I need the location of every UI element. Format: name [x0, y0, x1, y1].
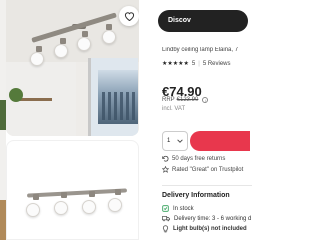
lamp-bulb	[102, 30, 116, 44]
lamp-bulb	[77, 37, 91, 51]
rrp-price: €123.90	[176, 97, 199, 103]
info-icon[interactable]: i	[202, 97, 209, 103]
product-info-panel: Discov Lindby ceiling lamp Elaina, 7 ★★★…	[150, 0, 252, 240]
wishlist-button[interactable]	[119, 6, 139, 26]
star-rating: ★★★★★	[162, 61, 189, 67]
divider	[162, 185, 252, 186]
truck-icon	[162, 216, 170, 222]
bulbs-note: Light bulb(s) not included	[162, 225, 247, 233]
quantity-select[interactable]: 1	[162, 131, 188, 151]
heart-icon	[124, 12, 134, 21]
product-title: Lindby ceiling lamp Elaina, 7	[162, 47, 239, 53]
perk-trustpilot: Rated "Great" on Trustpilot	[162, 166, 243, 173]
rating-value: 5	[191, 60, 196, 67]
lamp-bulb	[108, 198, 122, 212]
chevron-down-icon	[177, 139, 183, 143]
stock-status: In stock	[162, 205, 194, 212]
return-icon	[162, 155, 169, 162]
product-main-image[interactable]	[6, 0, 139, 136]
lamp-bulb	[26, 203, 40, 217]
reviews-link[interactable]: 5 Reviews	[203, 61, 231, 67]
rrp-row: RRP €123.90 i	[162, 97, 209, 103]
bulb-icon	[162, 225, 169, 233]
star-icon	[162, 166, 169, 173]
product-secondary-image[interactable]	[6, 140, 139, 240]
lamp-bulb	[30, 52, 44, 66]
vat-note: incl. VAT	[162, 106, 186, 112]
lamp-bulb	[54, 44, 68, 58]
lamp-bulb	[54, 201, 68, 215]
lamp-bulb	[82, 200, 96, 214]
rating-row[interactable]: ★★★★★ 5 | 5 Reviews	[162, 60, 231, 68]
box-icon	[162, 205, 169, 212]
plant	[9, 88, 23, 102]
add-to-cart-button[interactable]	[190, 131, 250, 151]
lamp-rod	[26, 188, 128, 198]
perk-returns: 50 days free returns	[162, 155, 225, 162]
delivery-heading: Delivery Information	[162, 192, 230, 199]
delivery-time: Delivery time: 3 - 6 working d	[162, 215, 251, 222]
discover-button[interactable]: Discov	[158, 10, 248, 32]
